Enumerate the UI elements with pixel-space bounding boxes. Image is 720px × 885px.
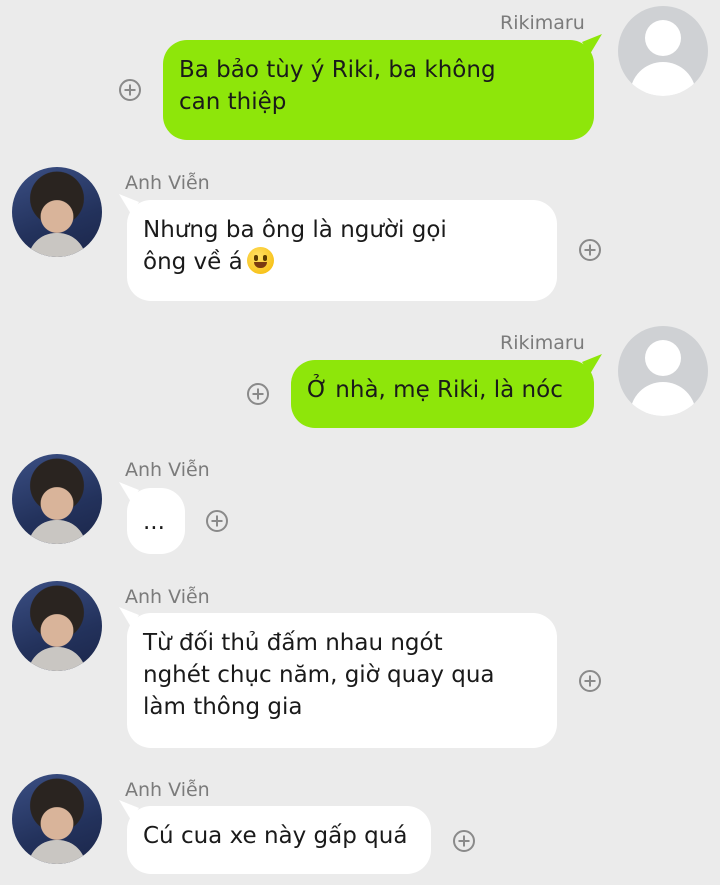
- message-row: Anh Viễn Nhưng ba ông là người gọi ông v…: [0, 160, 720, 310]
- avatar[interactable]: [12, 454, 102, 544]
- bubble-tail: [119, 607, 139, 627]
- message-row: Rikimaru Ở nhà, mẹ Riki, là nóc: [0, 325, 720, 435]
- bubble-tail: [119, 482, 139, 502]
- add-reaction-icon[interactable]: [119, 79, 141, 101]
- avatar[interactable]: [12, 774, 102, 864]
- message-bubble[interactable]: ...: [119, 482, 185, 554]
- default-user-avatar-icon[interactable]: [618, 326, 708, 416]
- message-text-line: Ở nhà, mẹ Riki, là nóc: [307, 377, 563, 403]
- sender-name: Anh Viễn: [125, 459, 210, 481]
- message-bubble[interactable]: Nhưng ba ông là người gọi ông về á: [119, 194, 557, 301]
- message-text-line: làm thông gia: [143, 694, 303, 720]
- avatar[interactable]: [12, 167, 102, 257]
- message-row: Anh Viễn Cú cua xe này gấp quá: [0, 770, 720, 885]
- message-text-line: Ba bảo tùy ý Riki, ba không: [179, 57, 496, 83]
- add-reaction-icon[interactable]: [206, 510, 228, 532]
- message-row: Rikimaru Ba bảo tùy ý Riki, ba không can…: [0, 0, 720, 150]
- message-row: Anh Viễn Từ đối thủ đấm nhau ngót nghét …: [0, 577, 720, 757]
- message-text-line: ông về á: [143, 249, 243, 275]
- sender-name: Anh Viễn: [125, 779, 210, 801]
- bubble-tail: [582, 34, 602, 54]
- sender-name: Anh Viễn: [125, 586, 210, 608]
- bubble-tail: [582, 354, 602, 374]
- add-reaction-icon[interactable]: [453, 830, 475, 852]
- sender-name: Rikimaru: [500, 332, 585, 354]
- bubble-tail: [119, 194, 139, 214]
- message-row: Anh Viễn ...: [0, 450, 720, 560]
- sender-name: Anh Viễn: [125, 172, 210, 194]
- bubble-tail: [119, 800, 139, 820]
- grinning-face-emoji-icon: [246, 247, 274, 274]
- sender-name: Rikimaru: [500, 12, 585, 34]
- message-bubble[interactable]: Ba bảo tùy ý Riki, ba không can thiệp: [163, 34, 602, 140]
- message-text-line: Cú cua xe này gấp quá: [143, 823, 408, 849]
- message-bubble[interactable]: Từ đối thủ đấm nhau ngót nghét chục năm,…: [119, 607, 557, 748]
- add-reaction-icon[interactable]: [579, 239, 601, 261]
- message-text-line: Từ đối thủ đấm nhau ngót: [143, 630, 443, 656]
- add-reaction-icon[interactable]: [579, 670, 601, 692]
- message-text-line: nghét chục năm, giờ quay qua: [143, 662, 495, 688]
- message-text-line: Nhưng ba ông là người gọi: [143, 217, 447, 243]
- message-bubble[interactable]: Cú cua xe này gấp quá: [119, 800, 431, 874]
- message-text-line: can thiệp: [179, 89, 287, 115]
- message-bubble[interactable]: Ở nhà, mẹ Riki, là nóc: [291, 354, 602, 428]
- avatar[interactable]: [12, 581, 102, 671]
- message-text-line: ...: [143, 509, 165, 535]
- default-user-avatar-icon[interactable]: [618, 6, 708, 96]
- add-reaction-icon[interactable]: [247, 383, 269, 405]
